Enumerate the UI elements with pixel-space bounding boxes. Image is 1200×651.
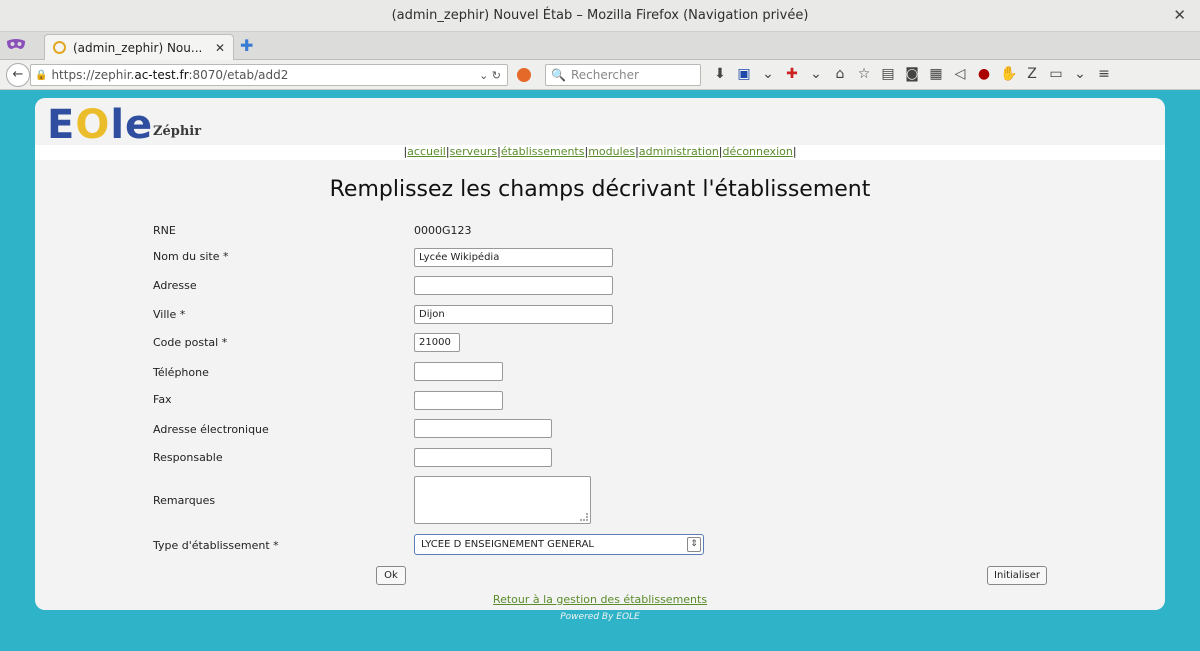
menu-accueil[interactable]: accueil — [407, 145, 446, 158]
window-title: (admin_zephir) Nouvel Étab – Mozilla Fir… — [391, 8, 809, 23]
select-arrows-icon: ⇕ — [687, 537, 701, 552]
search-placeholder: Rechercher — [570, 68, 639, 82]
ville-input[interactable]: Dijon — [414, 305, 613, 324]
nom-input[interactable]: Lycée Wikipédia — [414, 248, 613, 267]
tab-strip: (admin_zephir) Nou... ✕ ✚ — [0, 32, 1200, 60]
site-favicon-icon — [53, 41, 66, 54]
zotero-icon[interactable]: Z — [1024, 65, 1040, 83]
reset-button[interactable]: Initialiser — [987, 566, 1047, 585]
bookmark-star-icon[interactable]: ☆ — [856, 65, 872, 83]
download-icon[interactable]: ⬇ — [712, 65, 728, 83]
new-tab-icon[interactable]: ✚ — [240, 36, 253, 55]
tel-input[interactable] — [414, 362, 503, 381]
type-select-value: LYCEE D ENSEIGNEMENT GENERAL — [421, 539, 594, 550]
mail-input[interactable] — [414, 419, 552, 438]
grid-icon[interactable]: ▦ — [928, 65, 944, 83]
window-titlebar: (admin_zephir) Nouvel Étab – Mozilla Fir… — [0, 0, 1200, 32]
menu-etablissements[interactable]: établissements — [501, 145, 585, 158]
home-icon[interactable]: ⌂ — [832, 65, 848, 83]
search-bar[interactable]: 🔍 Rechercher — [545, 64, 701, 86]
tab-label: (admin_zephir) Nou... — [73, 40, 203, 55]
powered-by: Powered By EOLE — [560, 612, 640, 622]
menu-icon[interactable]: ≡ — [1096, 65, 1112, 83]
cp-label: Code postal * — [153, 336, 228, 349]
resp-input[interactable] — [414, 448, 552, 467]
menu-serveurs[interactable]: serveurs — [450, 145, 498, 158]
rne-label: RNE — [153, 224, 176, 237]
ublock-icon[interactable]: ● — [976, 65, 992, 83]
tab-active[interactable]: (admin_zephir) Nou... ✕ — [44, 34, 234, 60]
bookmarks-list-icon[interactable]: ▤ — [880, 65, 896, 83]
adresse-input[interactable] — [414, 276, 613, 295]
window-close-icon[interactable]: ✕ — [1173, 6, 1186, 24]
search-icon: 🔍 — [551, 68, 566, 82]
page-card: EOle Zéphir |accueil|serveurs|établissem… — [35, 98, 1165, 610]
resize-grip-icon[interactable] — [580, 513, 588, 521]
type-select[interactable]: LYCEE D ENSEIGNEMENT GENERAL ⇕ — [414, 534, 704, 555]
url-text: https://zephir.ac-test.fr:8070/etab/add2 — [51, 68, 289, 82]
dropdown-icon[interactable]: ⌄ — [1072, 65, 1088, 83]
resp-label: Responsable — [153, 451, 223, 464]
menu-administration[interactable]: administration — [639, 145, 719, 158]
private-browsing-mask-icon — [7, 39, 25, 49]
save-icon[interactable]: ▣ — [736, 65, 752, 83]
nav-bar: ← 🔒 https://zephir.ac-test.fr:8070/etab/… — [0, 60, 1200, 90]
remarques-label: Remarques — [153, 494, 216, 507]
url-bar[interactable]: 🔒 https://zephir.ac-test.fr:8070/etab/ad… — [30, 64, 508, 86]
fax-label: Fax — [153, 393, 172, 406]
main-menu: |accueil|serveurs|établissements|modules… — [35, 145, 1165, 160]
pocket-icon[interactable]: ◙ — [904, 65, 920, 83]
remarques-textarea[interactable] — [414, 476, 591, 524]
page-title: Remplissez les champs décrivant l'établi… — [329, 177, 871, 202]
dropdown-icon[interactable]: ⌄ — [808, 65, 824, 83]
cp-input[interactable]: 21000 — [414, 333, 460, 352]
dropdown-icon[interactable]: ⌄ — [760, 65, 776, 83]
hand-icon[interactable]: ✋ — [1000, 65, 1017, 83]
tab-close-icon[interactable]: ✕ — [215, 41, 225, 55]
page-icon[interactable]: ▭ — [1048, 65, 1064, 83]
toolbar-icons: ⬇ ▣ ⌄ ✚ ⌄ ⌂ ☆ ▤ ◙ ▦ ◁ ● ✋ Z ▭ ⌄ ≡ — [712, 65, 1112, 83]
rne-value: 0000G123 — [414, 224, 472, 237]
reload-icon[interactable]: ⌄ ↻ — [479, 69, 507, 82]
back-arrow-icon[interactable]: ← — [6, 62, 30, 87]
fax-input[interactable] — [414, 391, 503, 410]
app-name: Zéphir — [153, 124, 202, 139]
no-script-icon[interactable] — [517, 68, 531, 82]
lock-icon: 🔒 — [35, 69, 48, 81]
back-to-etablissements-link[interactable]: Retour à la gestion des établissements — [35, 593, 1165, 606]
type-label: Type d'établissement * — [153, 539, 279, 552]
nom-label: Nom du site * — [153, 250, 229, 263]
menu-deconnexion[interactable]: déconnexion — [723, 145, 793, 158]
addon-icon[interactable]: ✚ — [784, 65, 800, 83]
menu-modules[interactable]: modules — [588, 145, 635, 158]
tel-label: Téléphone — [153, 366, 209, 379]
adresse-label: Adresse — [153, 279, 197, 292]
ok-button[interactable]: Ok — [376, 566, 406, 585]
eole-logo: EOle — [47, 102, 154, 148]
mail-label: Adresse électronique — [153, 423, 269, 436]
send-icon[interactable]: ◁ — [952, 65, 968, 83]
ville-label: Ville * — [153, 308, 186, 321]
